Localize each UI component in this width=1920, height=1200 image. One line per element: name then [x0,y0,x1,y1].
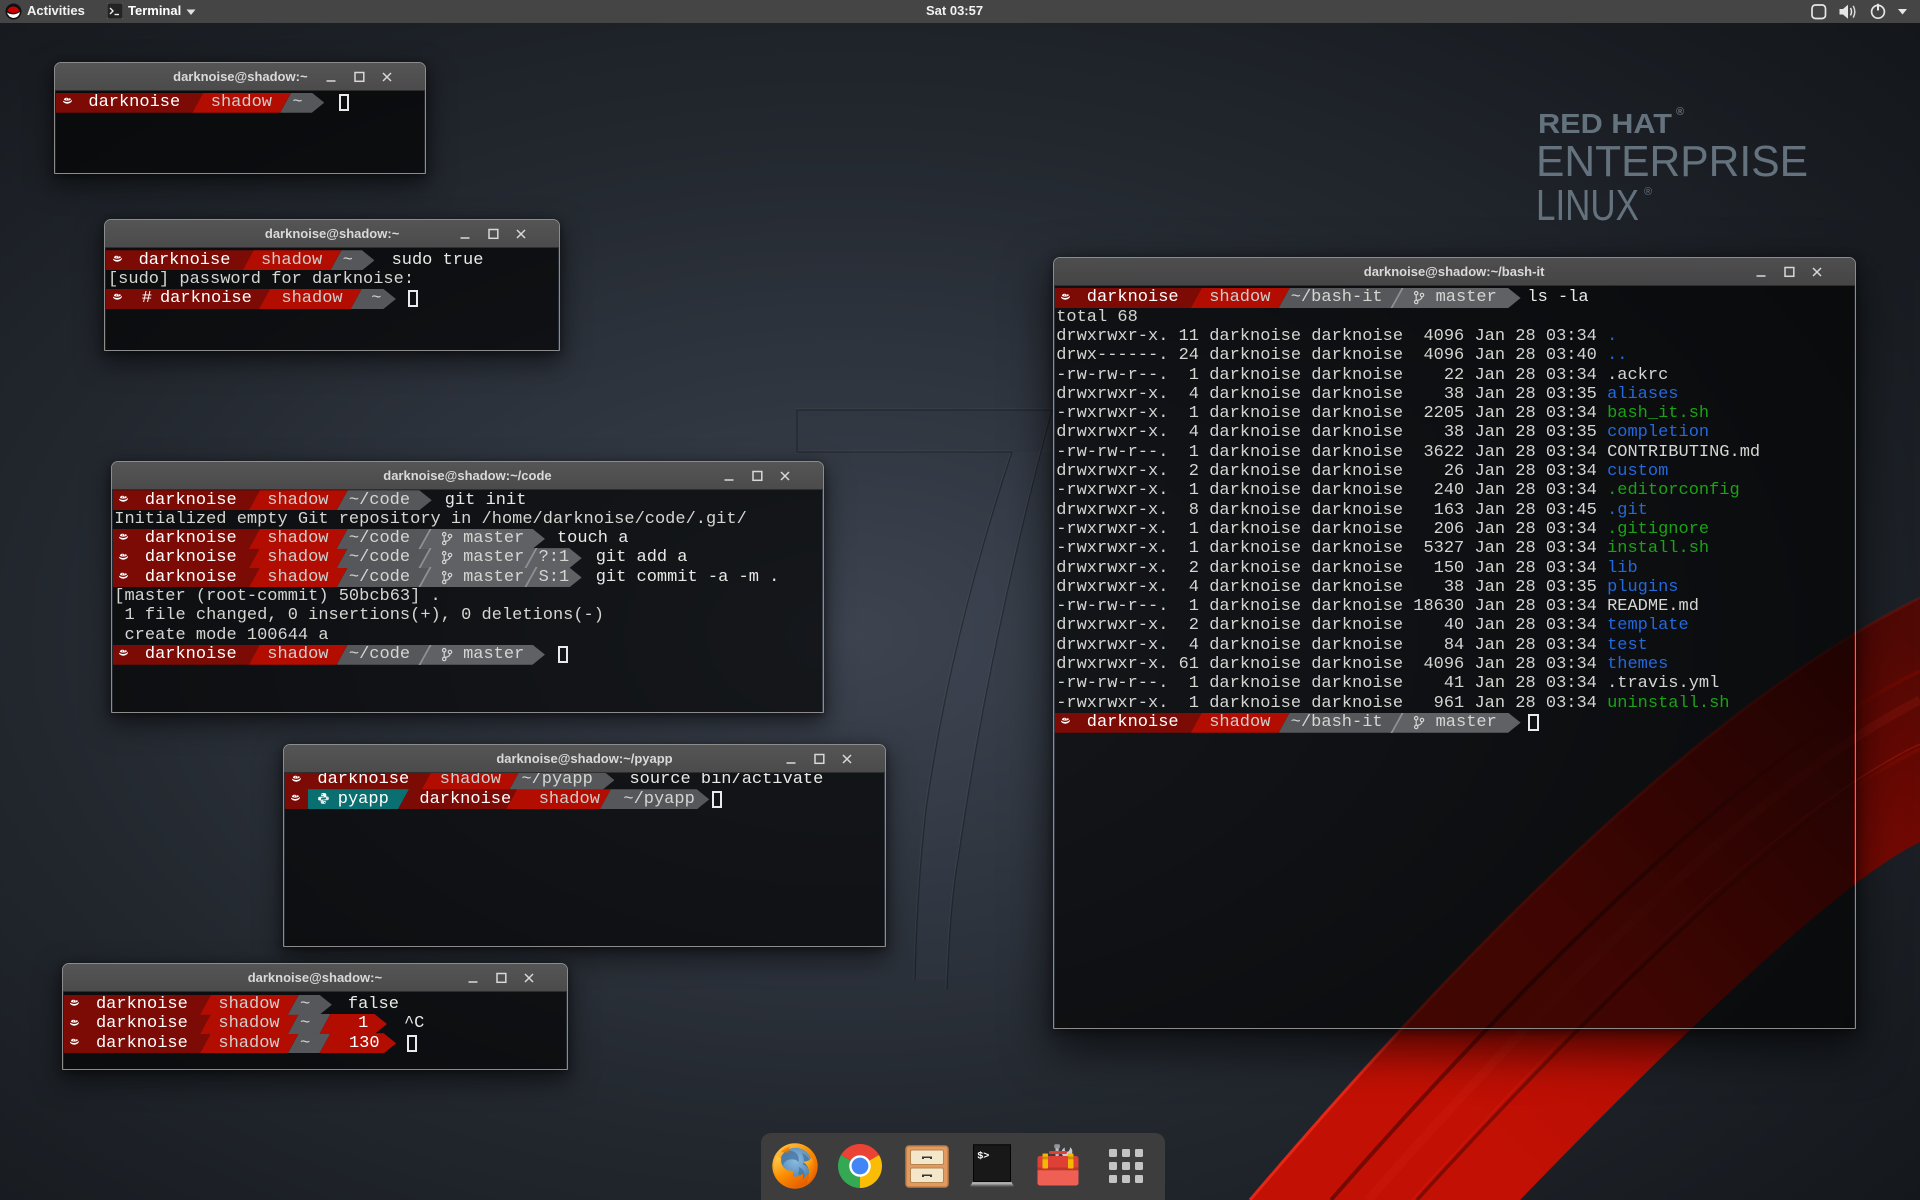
svg-text:$>: $> [977,1151,989,1163]
svg-text:LINUX: LINUX [1536,181,1639,230]
svg-text:RED HAT: RED HAT [1538,108,1672,139]
svg-text:®: ® [1644,186,1652,198]
svg-text:®: ® [1676,106,1684,118]
svg-text:ENTERPRISE: ENTERPRISE [1536,137,1808,186]
